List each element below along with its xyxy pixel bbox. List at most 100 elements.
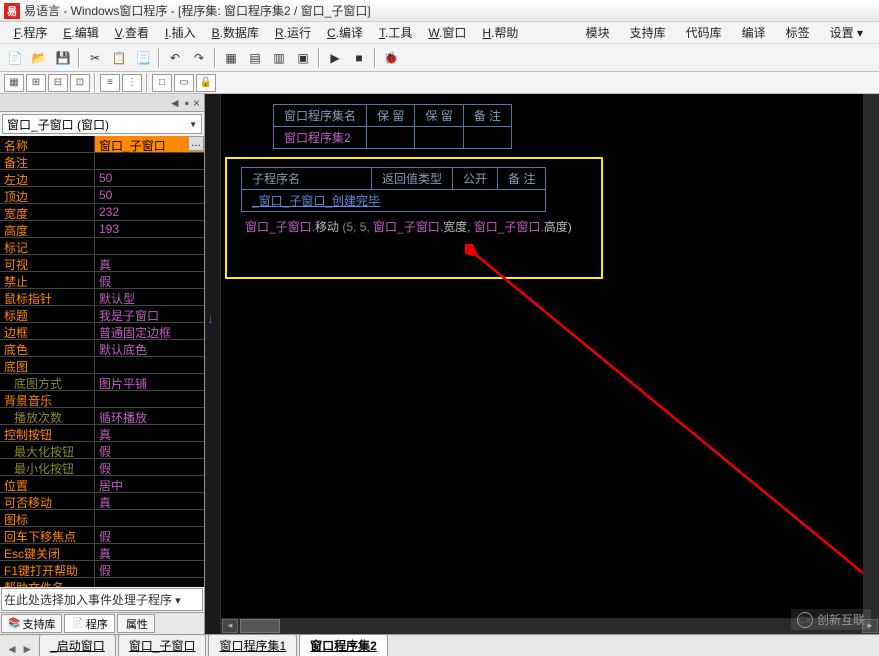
prop-row-备注[interactable]: 备注 <box>0 153 204 170</box>
prop-row-可视[interactable]: 可视真 <box>0 255 204 272</box>
prop-value[interactable]: 232 <box>95 204 204 220</box>
prop-value[interactable]: 假 <box>95 561 204 577</box>
editor-tab-_启动窗口[interactable]: _启动窗口 <box>39 634 116 656</box>
prop-value[interactable]: 193 <box>95 221 204 237</box>
prop-row-控制按钮[interactable]: 控制按钮真 <box>0 425 204 442</box>
subroutine-name-cell[interactable]: _窗口_子窗口_创建完毕 <box>242 190 546 212</box>
menu-C.编译[interactable]: C.编译 <box>319 22 371 43</box>
menu-V.查看[interactable]: V.查看 <box>107 22 157 43</box>
menu-right-支持库[interactable]: 支持库 <box>620 22 676 43</box>
left-tab-支持库[interactable]: 📚支持库 <box>1 614 62 633</box>
scroll-thumb[interactable] <box>240 619 280 633</box>
paste-button[interactable]: 📃 <box>132 47 154 69</box>
panel-prev-icon[interactable]: ◄ <box>167 96 183 110</box>
assembly-name-cell[interactable]: 窗口程序集2 <box>274 127 367 149</box>
ellipsis-button[interactable]: … <box>188 136 204 151</box>
menu-R.运行[interactable]: R.运行 <box>267 22 319 43</box>
prop-value[interactable] <box>95 510 204 526</box>
menu-H.帮助[interactable]: H.帮助 <box>474 22 526 43</box>
tool-align1[interactable]: ⊞ <box>26 74 46 92</box>
run-button[interactable]: ▶ <box>324 47 346 69</box>
prop-value[interactable] <box>95 391 204 407</box>
tool-lock[interactable]: 🔒 <box>196 74 216 92</box>
stop-button[interactable]: ■ <box>348 47 370 69</box>
prop-row-回车下移焦点[interactable]: 回车下移焦点假 <box>0 527 204 544</box>
menu-I.插入[interactable]: I.插入 <box>157 22 204 43</box>
prop-value[interactable]: 真 <box>95 255 204 271</box>
editor-tab-窗口_子窗口[interactable]: 窗口_子窗口 <box>118 634 207 656</box>
code-line[interactable]: 窗口_子窗口.移动 (5, 5, 窗口_子窗口.宽度, 窗口_子窗口.高度) <box>241 216 587 237</box>
layout4-button[interactable]: ▣ <box>292 47 314 69</box>
prop-value[interactable]: 假 <box>95 527 204 543</box>
scroll-left-icon[interactable]: ◄ <box>222 619 238 633</box>
prop-row-最大化按钮[interactable]: 最大化按钮假 <box>0 442 204 459</box>
subroutine-table[interactable]: 子程序名返回值类型公开备 注 _窗口_子窗口_创建完毕 <box>241 167 546 212</box>
prop-value[interactable]: 居中 <box>95 476 204 492</box>
panel-close-icon[interactable]: × <box>191 96 202 110</box>
prop-value[interactable] <box>95 238 204 254</box>
prop-row-位置[interactable]: 位置居中 <box>0 476 204 493</box>
property-table[interactable]: 名称窗口_子窗口…备注左边50顶边50宽度232高度193标记可视真禁止假鼠标指… <box>0 136 204 587</box>
prop-value[interactable]: 假 <box>95 459 204 475</box>
undo-button[interactable]: ↶ <box>164 47 186 69</box>
left-tab-程序[interactable]: 📄程序 <box>64 614 114 633</box>
prop-row-帮助文件名[interactable]: 帮助文件名 <box>0 578 204 587</box>
prop-value[interactable]: 循环播放 <box>95 408 204 424</box>
menu-W.窗口[interactable]: W.窗口 <box>420 22 474 43</box>
layout3-button[interactable]: ▥ <box>268 47 290 69</box>
prop-value[interactable]: 普通固定边框 <box>95 323 204 339</box>
prop-value[interactable]: 图片平铺 <box>95 374 204 390</box>
prop-row-背景音乐[interactable]: 背景音乐 <box>0 391 204 408</box>
prop-row-名称[interactable]: 名称窗口_子窗口… <box>0 136 204 153</box>
object-selector[interactable]: 窗口_子窗口 (窗口) <box>2 114 202 134</box>
prop-row-左边[interactable]: 左边50 <box>0 170 204 187</box>
prop-value[interactable] <box>95 357 204 373</box>
prop-row-标记[interactable]: 标记 <box>0 238 204 255</box>
editor-tab-窗口程序集1[interactable]: 窗口程序集1 <box>208 634 297 656</box>
redo-button[interactable]: ↷ <box>188 47 210 69</box>
open-file-button[interactable]: 📂 <box>28 47 50 69</box>
prop-value[interactable]: 真 <box>95 493 204 509</box>
layout2-button[interactable]: ▤ <box>244 47 266 69</box>
panel-pin-icon[interactable]: ▪ <box>183 96 191 110</box>
prop-value[interactable]: 50 <box>95 187 204 203</box>
prop-value[interactable]: 默认底色 <box>95 340 204 356</box>
prop-value[interactable]: 50 <box>95 170 204 186</box>
left-tab-属性[interactable]: 属性 <box>117 614 155 633</box>
tool-dist2[interactable]: ⋮ <box>122 74 142 92</box>
prop-row-F1键打开帮助[interactable]: F1键打开帮助假 <box>0 561 204 578</box>
tool-align2[interactable]: ⊟ <box>48 74 68 92</box>
cut-button[interactable]: ✂ <box>84 47 106 69</box>
prop-row-边框[interactable]: 边框普通固定边框 <box>0 323 204 340</box>
prop-row-图标[interactable]: 图标 <box>0 510 204 527</box>
debug-button[interactable]: 🐞 <box>380 47 402 69</box>
prop-row-禁止[interactable]: 禁止假 <box>0 272 204 289</box>
prop-row-播放次数[interactable]: 播放次数循环播放 <box>0 408 204 425</box>
menu-F.程序[interactable]: F.程序 <box>6 22 55 43</box>
prop-value[interactable] <box>95 153 204 169</box>
prop-row-Esc键关闭[interactable]: Esc键关闭真 <box>0 544 204 561</box>
menu-right-模块[interactable]: 模块 <box>576 22 620 43</box>
tool-size2[interactable]: ▭ <box>174 74 194 92</box>
prop-value[interactable]: 我是子窗口 <box>95 306 204 322</box>
prop-row-底色[interactable]: 底色默认底色 <box>0 340 204 357</box>
prop-value[interactable] <box>95 578 204 587</box>
vertical-scrollbar[interactable] <box>863 94 879 618</box>
horizontal-scrollbar[interactable]: ◄ ► <box>221 618 879 634</box>
prop-row-底图[interactable]: 底图 <box>0 357 204 374</box>
editor-tab-窗口程序集2[interactable]: 窗口程序集2 <box>299 634 388 656</box>
tool-grid[interactable]: ▦ <box>4 74 24 92</box>
save-button[interactable]: 💾 <box>52 47 74 69</box>
prop-value[interactable]: 真 <box>95 544 204 560</box>
prop-row-底图方式[interactable]: 底图方式图片平铺 <box>0 374 204 391</box>
prop-row-宽度[interactable]: 宽度232 <box>0 204 204 221</box>
prop-value[interactable]: 真 <box>95 425 204 441</box>
menu-B.数据库[interactable]: B.数据库 <box>204 22 267 43</box>
prop-value[interactable]: 默认型 <box>95 289 204 305</box>
tool-align3[interactable]: ⊡ <box>70 74 90 92</box>
menu-T.工具[interactable]: T.工具 <box>371 22 420 43</box>
prop-row-最小化按钮[interactable]: 最小化按钮假 <box>0 459 204 476</box>
tool-dist1[interactable]: ≡ <box>100 74 120 92</box>
prop-row-高度[interactable]: 高度193 <box>0 221 204 238</box>
tool-size1[interactable]: □ <box>152 74 172 92</box>
